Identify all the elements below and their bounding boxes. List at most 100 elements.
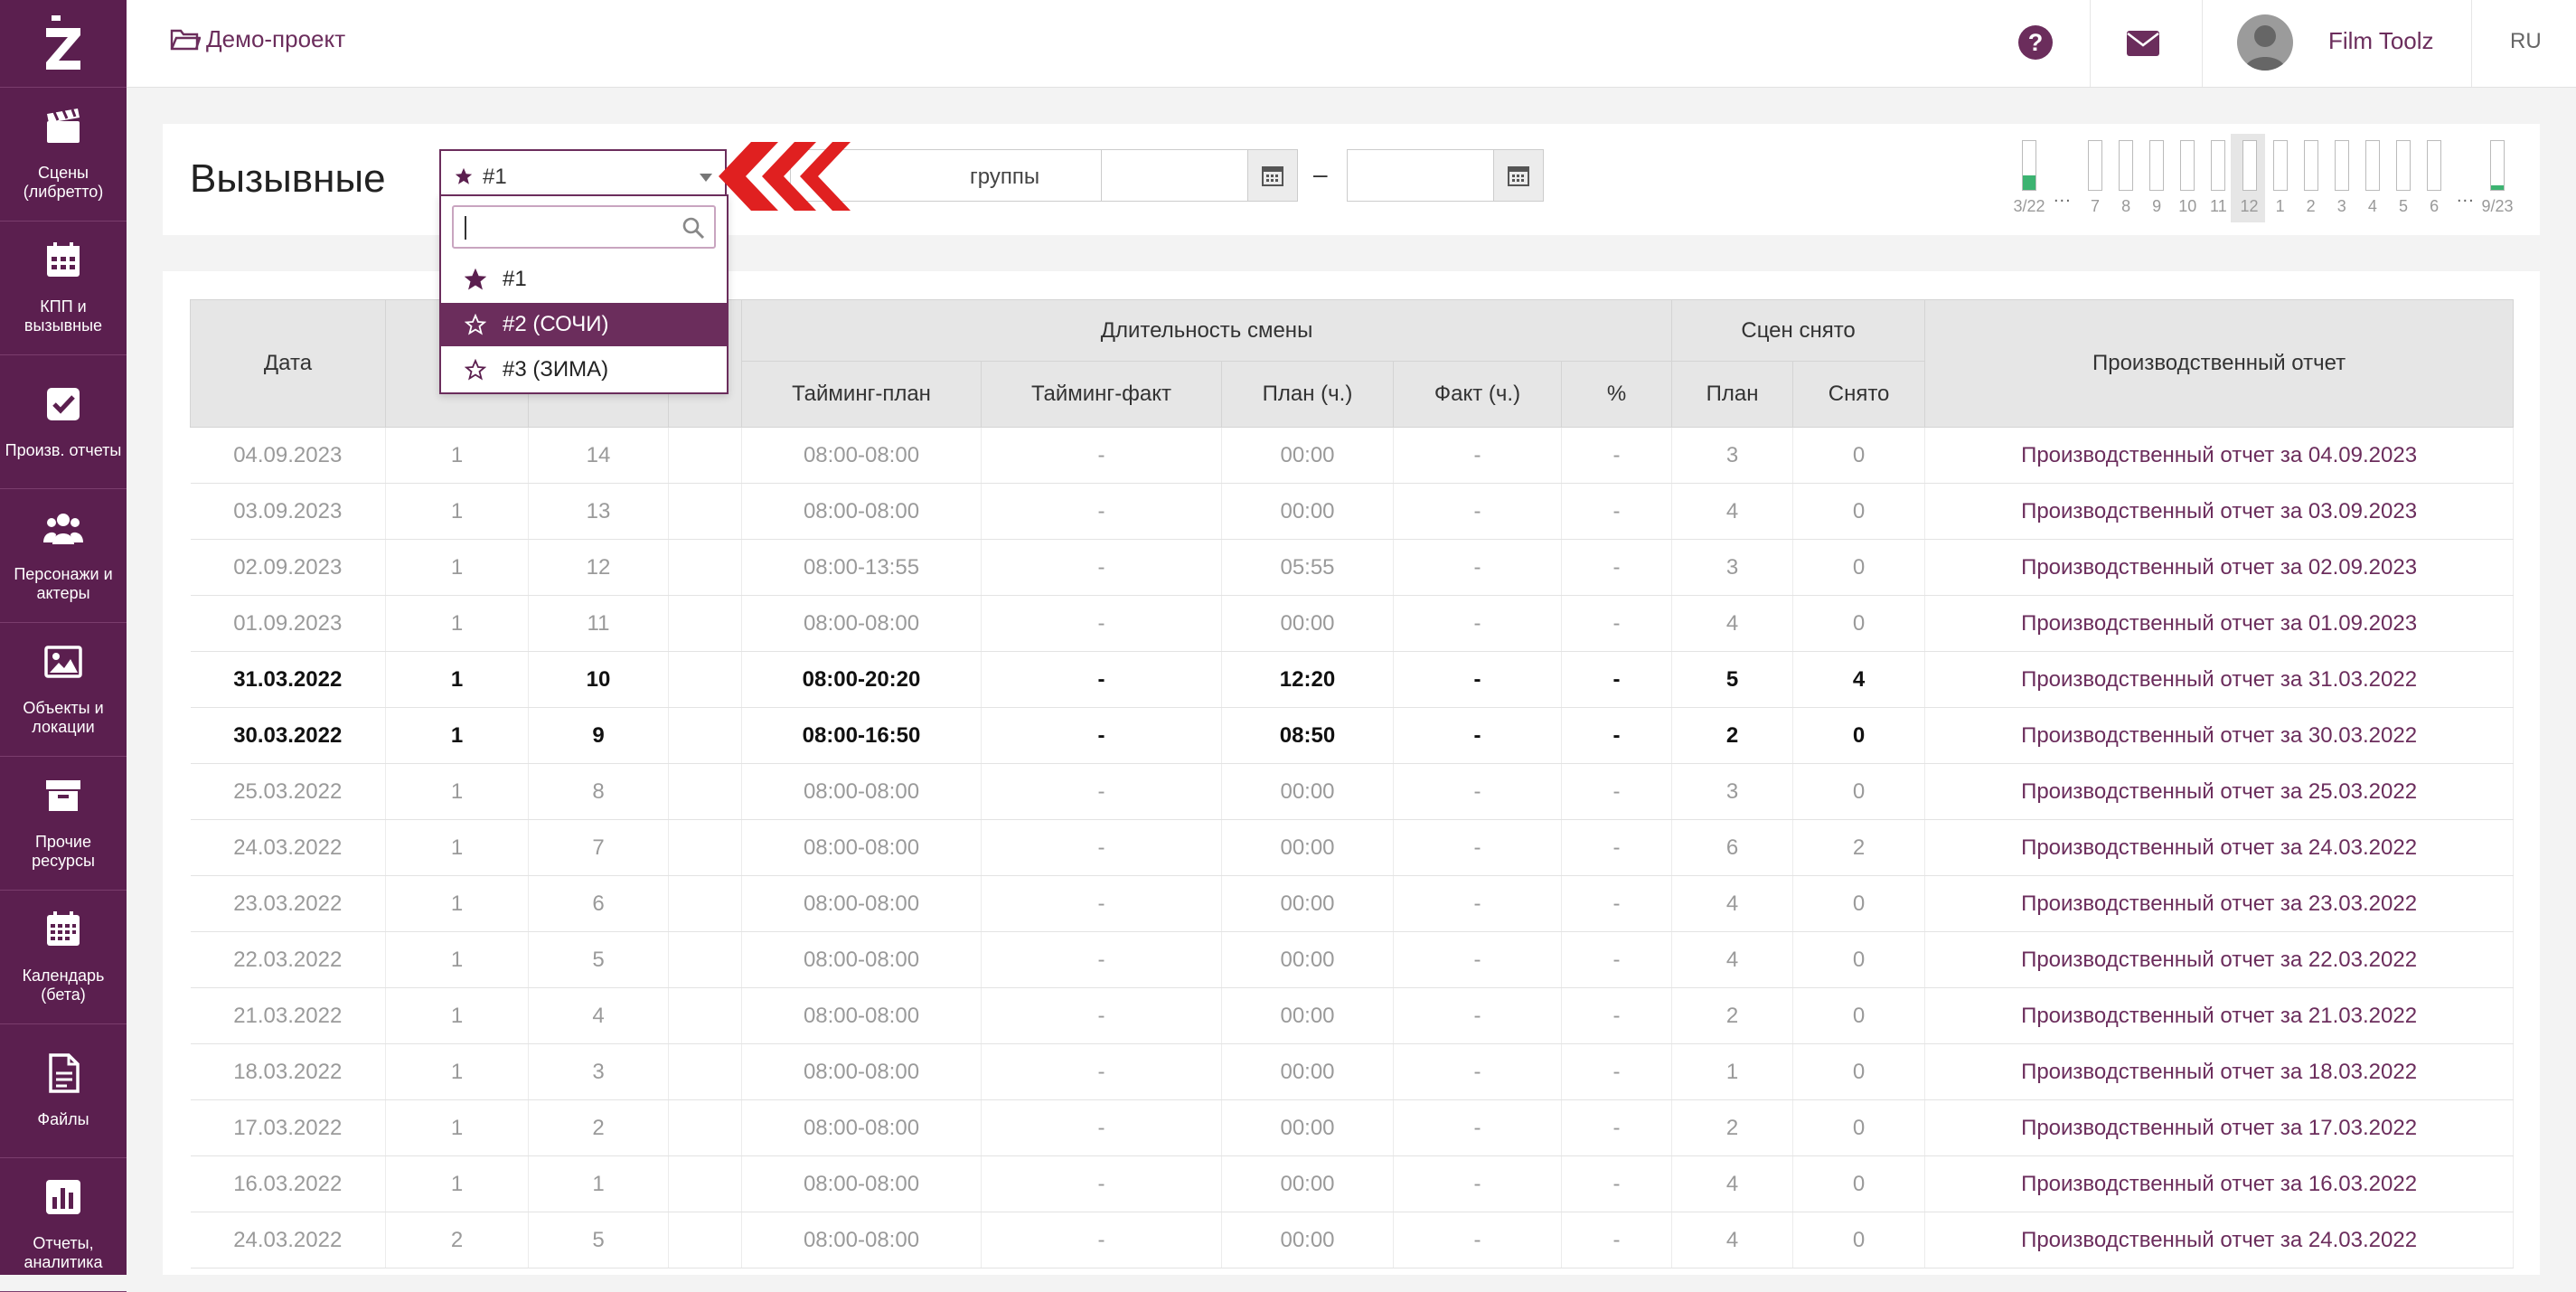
table-row[interactable]: 03.09.2023 1 13 08:00-08:00-00:00- -4 0 Произв…: [190, 483, 2515, 540]
table-row[interactable]: 18.03.2022 1 3 08:00-08:00-00:00- -1 0 Произво…: [190, 1043, 2515, 1100]
cell-report[interactable]: Производственный отчет за 17.03.2022: [1924, 1099, 2515, 1156]
sidebar-item-3[interactable]: Персонажи и актеры: [0, 489, 127, 623]
table-row[interactable]: 31.03.2022 1 10 08:00-20:20-12:20- -5 4 Произв…: [190, 651, 2515, 708]
cell-report[interactable]: Производственный отчет за 01.09.2023: [1924, 595, 2515, 652]
cell-report[interactable]: Производственный отчет за 18.03.2022: [1924, 1043, 2515, 1100]
cell-group: 1: [385, 651, 529, 708]
table-row[interactable]: 02.09.2023 1 12 08:00-13:55-05:55- -3 0 Произв…: [190, 539, 2515, 596]
progress-bar[interactable]: [2022, 140, 2036, 191]
progress-bar[interactable]: [2396, 140, 2411, 191]
cell-num: 13: [528, 483, 669, 540]
progress-bar[interactable]: [2490, 140, 2505, 191]
cell-plan: 3: [1671, 427, 1794, 484]
table-row[interactable]: 23.03.2022 1 6 08:00-08:00-00:00- -4 0 Произво…: [190, 875, 2515, 932]
cell-fact_h: -: [1393, 987, 1562, 1044]
table-row[interactable]: 24.03.2022 1 7 08:00-08:00-00:00- -6 2 Произво…: [190, 819, 2515, 876]
sidebar-item-2[interactable]: Произв. отчеты: [0, 355, 127, 489]
mail-icon[interactable]: [2126, 30, 2160, 57]
cell-report[interactable]: Производственный отчет за 04.09.2023: [1924, 427, 2515, 484]
cell-fact_h: -: [1393, 1212, 1562, 1268]
date-to-field[interactable]: [1347, 149, 1544, 202]
table-row[interactable]: 30.03.2022 1 9 08:00-16:50-08:50- -2 0 Произво…: [190, 707, 2515, 764]
col-date[interactable]: Дата: [190, 299, 386, 428]
sidebar-item-1[interactable]: КПП и вызывные: [0, 222, 127, 355]
cell-num: 12: [528, 539, 669, 596]
cell-plan_h: 00:00: [1221, 1043, 1394, 1100]
cell-fact_h: -: [1393, 1099, 1562, 1156]
cell-empty: [668, 595, 742, 652]
cell-shot: 0: [1792, 1043, 1926, 1100]
table-row[interactable]: 21.03.2022 1 4 08:00-08:00-00:00- -2 0 Произво…: [190, 987, 2515, 1044]
cell-report[interactable]: Производственный отчет за 02.09.2023: [1924, 539, 2515, 596]
sidebar-item-6[interactable]: Календарь (бета): [0, 891, 127, 1024]
cell-num: 9: [528, 707, 669, 764]
cell-num: 6: [528, 875, 669, 932]
archive-icon: [43, 776, 83, 833]
progress-bar[interactable]: [2119, 140, 2134, 191]
dropdown-option[interactable]: #2 (СОЧИ): [441, 303, 727, 346]
cell-report[interactable]: Производственный отчет за 24.03.2022: [1924, 819, 2515, 876]
users-icon: [43, 508, 83, 565]
cell-fact_h: -: [1393, 763, 1562, 820]
table-row[interactable]: 16.03.2022 1 1 08:00-08:00-00:00- -4 0 Произво…: [190, 1155, 2515, 1212]
cell-group: 1: [385, 1043, 529, 1100]
progress-bar[interactable]: [2180, 140, 2195, 191]
dropdown-option[interactable]: #3 (ЗИМА): [441, 348, 727, 391]
cell-report[interactable]: Производственный отчет за 25.03.2022: [1924, 763, 2515, 820]
table-row[interactable]: 01.09.2023 1 11 08:00-08:00-00:00- -4 0 Произв…: [190, 595, 2515, 652]
progress-bar[interactable]: [2088, 140, 2102, 191]
cell-plan_h: 00:00: [1221, 1155, 1394, 1212]
cell-empty: [668, 1212, 742, 1268]
calendar-icon[interactable]: [1493, 150, 1543, 201]
sidebar-item-8[interactable]: Отчеты, аналитика: [0, 1158, 127, 1292]
cell-pct: -: [1561, 1212, 1673, 1268]
cell-date: 22.03.2022: [190, 931, 386, 988]
cell-report[interactable]: Производственный отчет за 30.03.2022: [1924, 707, 2515, 764]
cell-shot: 0: [1792, 427, 1926, 484]
user-name[interactable]: Film Toolz: [2328, 27, 2434, 55]
progress-bar[interactable]: [2149, 140, 2165, 191]
cell-report[interactable]: Производственный отчет за 16.03.2022: [1924, 1155, 2515, 1212]
table-row[interactable]: 04.09.2023 1 14 08:00-08:00-00:00- -3 0 Произв…: [190, 427, 2515, 484]
table-row[interactable]: 17.03.2022 1 2 08:00-08:00-00:00- -2 0 Произво…: [190, 1099, 2515, 1156]
cell-report[interactable]: Производственный отчет за 22.03.2022: [1924, 931, 2515, 988]
table-row[interactable]: 25.03.2022 1 8 08:00-08:00-00:00- -3 0 Произво…: [190, 763, 2515, 820]
cell-timing: 08:00-08:00: [741, 1043, 982, 1100]
dropdown-search-input[interactable]: [452, 205, 716, 249]
sidebar-item-4[interactable]: Объекты и локации: [0, 623, 127, 757]
cell-shot: 0: [1792, 707, 1926, 764]
cell-report[interactable]: Производственный отчет за 21.03.2022: [1924, 987, 2515, 1044]
progress-bar[interactable]: [2334, 140, 2349, 191]
cell-report[interactable]: Производственный отчет за 23.03.2022: [1924, 875, 2515, 932]
language-switcher[interactable]: RU: [2510, 29, 2542, 54]
table-row[interactable]: 24.03.2022 2 5 08:00-08:00-00:00- -4 0 Произво…: [190, 1212, 2515, 1268]
sidebar-item-0[interactable]: Сцены (либретто): [0, 88, 127, 222]
cell-fact_h: -: [1393, 539, 1562, 596]
sidebar-item-5[interactable]: Прочие ресурсы: [0, 757, 127, 891]
logo-icon[interactable]: [0, 0, 127, 88]
progress-bar[interactable]: [2242, 140, 2257, 191]
table-row[interactable]: 22.03.2022 1 5 08:00-08:00-00:00- -4 0 Произво…: [190, 931, 2515, 988]
calendar-icon[interactable]: [1247, 150, 1297, 201]
cell-plan_h: 00:00: [1221, 427, 1394, 484]
cell-empty: [668, 1155, 742, 1212]
progress-bar[interactable]: [2427, 140, 2442, 191]
help-icon[interactable]: ?: [2018, 25, 2053, 60]
cell-empty: [668, 651, 742, 708]
project-link[interactable]: Демо-проект: [170, 25, 345, 53]
progress-bar[interactable]: [2364, 140, 2380, 191]
date-from-field[interactable]: [1101, 149, 1298, 202]
cell-shot: 0: [1792, 1212, 1926, 1268]
cell-fact_h: -: [1393, 427, 1562, 484]
cell-fact_h: -: [1393, 483, 1562, 540]
sidebar-item-7[interactable]: Файлы: [0, 1024, 127, 1158]
cell-report[interactable]: Производственный отчет за 03.09.2023: [1924, 483, 2515, 540]
cell-report[interactable]: Производственный отчет за 24.03.2022: [1924, 1212, 2515, 1268]
dropdown-option[interactable]: #1: [441, 258, 727, 301]
cell-report[interactable]: Производственный отчет за 31.03.2022: [1924, 651, 2515, 708]
avatar[interactable]: [2237, 14, 2293, 71]
cell-plan_h: 00:00: [1221, 483, 1394, 540]
progress-bar[interactable]: [2211, 140, 2226, 191]
progress-bar[interactable]: [2272, 140, 2288, 191]
progress-bar[interactable]: [2303, 140, 2318, 191]
